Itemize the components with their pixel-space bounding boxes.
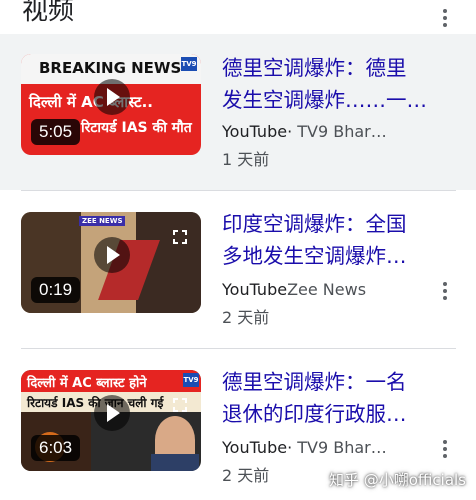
video-title-line: 印度空调爆炸：全国	[222, 212, 407, 236]
video-title-line: 退休的印度行政服…	[222, 402, 407, 426]
channel-name: TV9 Bhar…	[297, 438, 387, 457]
platform-name: YouTube	[222, 438, 288, 457]
video-title-link[interactable]: 德里空调爆炸：一名 退休的印度行政服…	[222, 366, 444, 430]
channel-name: TV9 Bhar…	[297, 122, 387, 141]
platform-name: YouTube	[222, 122, 288, 141]
platform-name: YouTube	[222, 280, 288, 299]
expand-icon[interactable]	[173, 398, 187, 412]
video-duration: 0:19	[31, 277, 81, 303]
channel-tag: ZEE NEWS	[79, 216, 126, 226]
video-source: YouTube· TV9 Bhar…	[222, 122, 387, 141]
video-duration: 6:03	[31, 435, 81, 461]
video-title-line: 发生空调爆炸……一…	[222, 88, 427, 112]
video-thumbnail-3[interactable]: दिल्ली में AC ब्लास्ट होने रिटायर्ड IAS …	[21, 370, 201, 471]
video-result-2[interactable]: ZEE NEWS 0:19 印度空调爆炸：全国 多地发生空调爆炸… YouTub…	[0, 190, 476, 348]
video-title-line: 德里空调爆炸：一名	[222, 370, 407, 394]
video-title-line: 德里空调爆炸：德里	[222, 56, 407, 80]
video-source: YouTubeZee News	[222, 280, 366, 299]
video-title-link[interactable]: 印度空调爆炸：全国 多地发生空调爆炸…	[222, 208, 444, 272]
video-more-options-icon[interactable]	[433, 437, 457, 461]
play-icon[interactable]	[94, 395, 130, 431]
play-icon[interactable]	[94, 79, 130, 115]
breaking-news-text: BREAKING NEWS	[39, 59, 182, 77]
tv9-logo: TV9	[183, 373, 199, 387]
thumbnail-headline-1: दिल्ली में AC ब्लास्ट होने	[27, 376, 147, 391]
video-source: YouTube· TV9 Bhar…	[222, 438, 387, 457]
section-more-options-icon[interactable]	[433, 6, 457, 30]
video-more-options-icon[interactable]	[433, 279, 457, 303]
tv9-logo: TV9	[181, 57, 197, 71]
thumbnail-headline-2: रिटायर्ड IAS की मौत	[81, 120, 192, 136]
expand-icon[interactable]	[173, 230, 187, 244]
play-icon[interactable]	[94, 237, 130, 273]
video-title-link[interactable]: 德里空调爆炸：德里 发生空调爆炸……一…	[222, 52, 444, 116]
video-result-1[interactable]: BREAKING NEWS TV9 दिल्ली में AC ब्लास्ट.…	[0, 34, 476, 190]
channel-name: Zee News	[287, 280, 367, 299]
video-date: 2 天前	[222, 466, 270, 485]
video-duration: 5:05	[31, 119, 81, 145]
thumbnail-headline-1: दिल्ली में AC ब्लास्ट..	[29, 93, 153, 111]
video-thumbnail-1[interactable]: BREAKING NEWS TV9 दिल्ली में AC ब्लास्ट.…	[21, 54, 201, 155]
videos-section-header: 视频	[0, 0, 476, 34]
video-thumbnail-2[interactable]: ZEE NEWS 0:19	[21, 212, 201, 313]
video-date: 2 天前	[222, 308, 270, 327]
video-date: 1 天前	[222, 150, 270, 169]
video-title-line: 多地发生空调爆炸…	[222, 244, 407, 268]
section-title: 视频	[22, 0, 75, 26]
zhihu-watermark: 知乎 @小嗍officials	[328, 471, 466, 489]
